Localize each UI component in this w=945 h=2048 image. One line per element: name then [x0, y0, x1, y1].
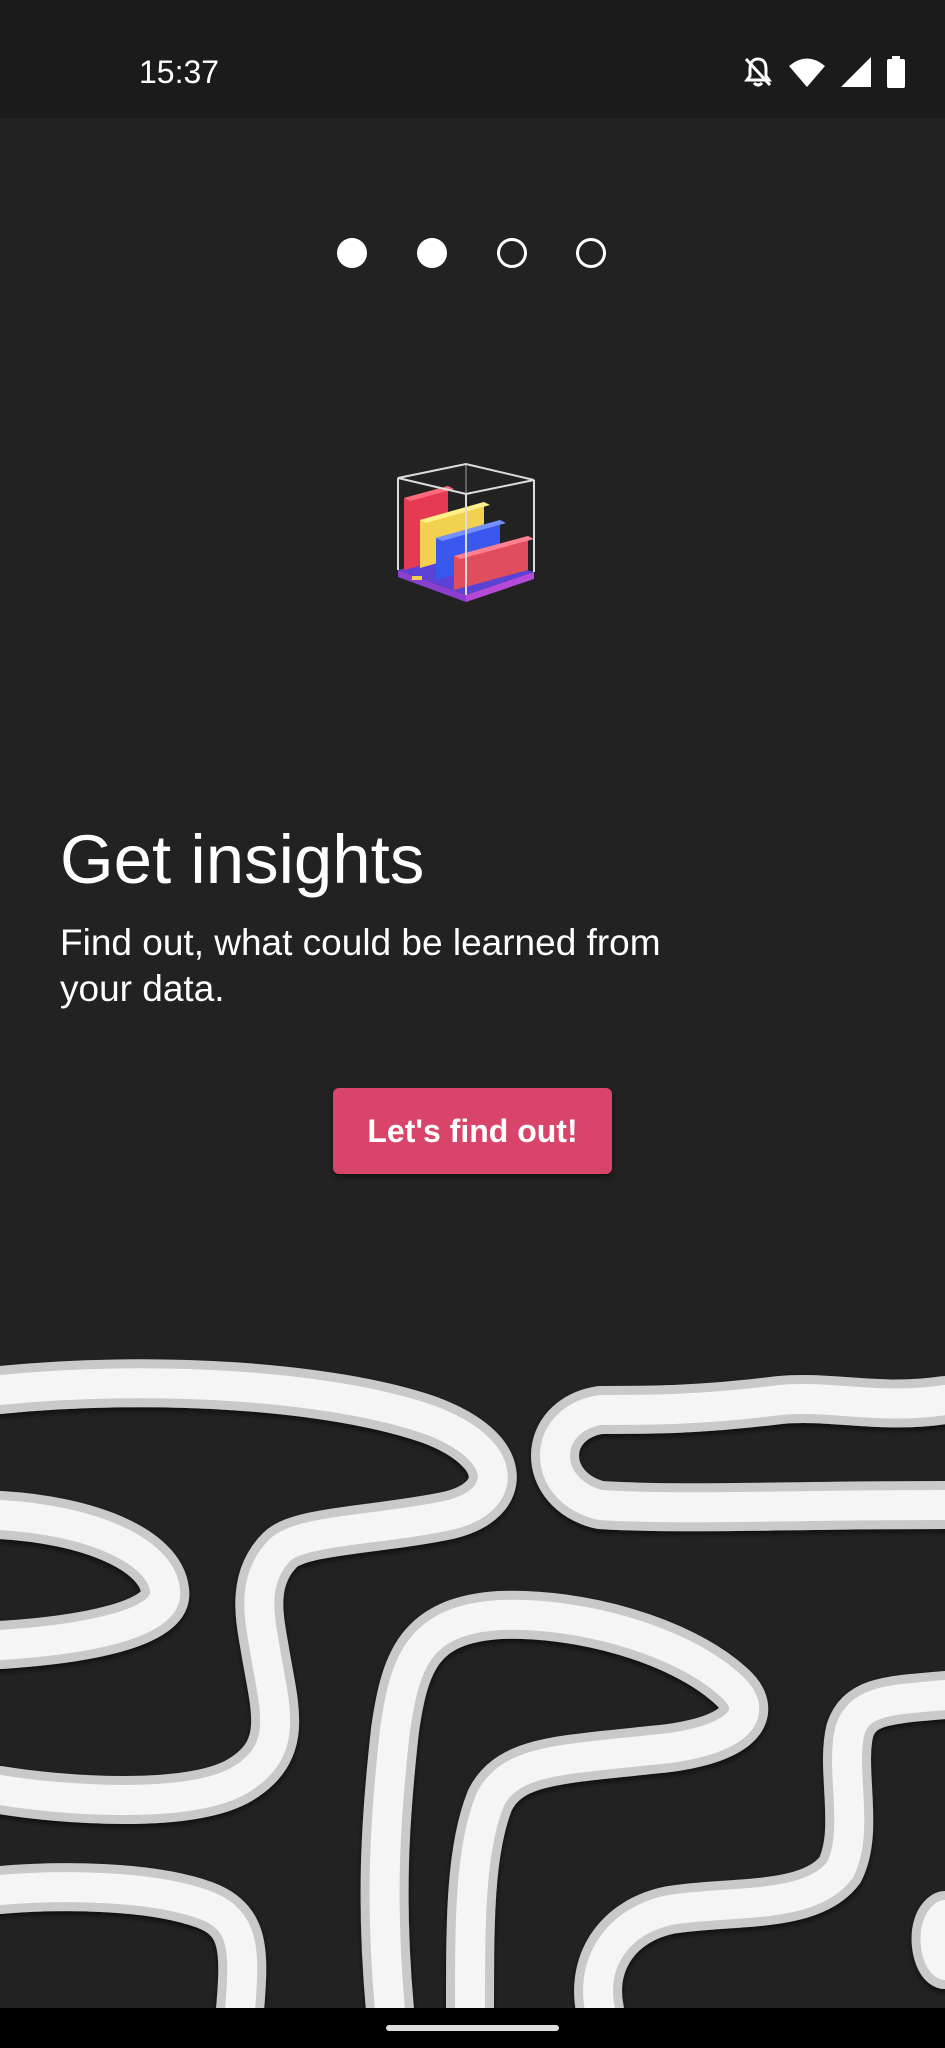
- 3d-bar-chart-cube-icon: [392, 458, 540, 613]
- notifications-off-icon: [743, 56, 773, 88]
- lets-find-out-button[interactable]: Let's find out!: [333, 1088, 612, 1174]
- status-bar: 15:37: [0, 0, 945, 118]
- status-icons: [743, 52, 905, 92]
- navigation-bar: [0, 2008, 945, 2048]
- page-indicator: [0, 238, 945, 272]
- page-title: Get insights: [60, 821, 425, 898]
- onboarding-screen: 15:37 Get insights Find out, what could …: [0, 0, 945, 2048]
- page-dot-4[interactable]: [576, 238, 606, 268]
- home-gesture-handle[interactable]: [386, 2025, 559, 2031]
- page-dot-2-active[interactable]: [417, 238, 447, 268]
- page-subtitle: Find out, what could be learned from you…: [60, 922, 661, 1009]
- cellular-signal-icon: [841, 57, 871, 87]
- page-dot-1-active[interactable]: [337, 238, 367, 268]
- page-dot-3[interactable]: [497, 238, 527, 268]
- battery-icon: [887, 56, 905, 88]
- wifi-icon: [789, 57, 825, 87]
- decorative-tubes-background: [0, 1340, 945, 2034]
- status-time: 15:37: [139, 54, 220, 90]
